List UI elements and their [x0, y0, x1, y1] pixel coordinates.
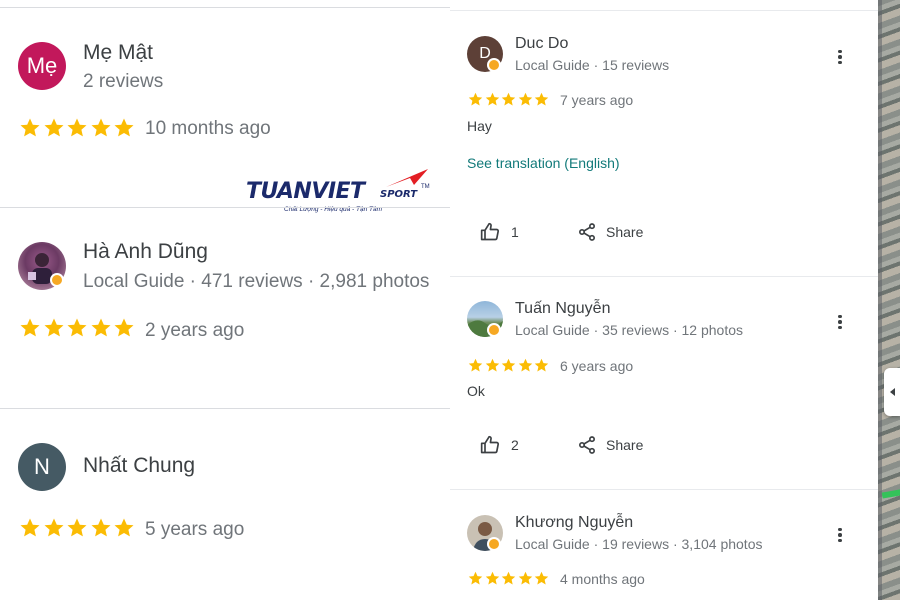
- more-vert-icon[interactable]: [832, 47, 848, 67]
- reviewer-name[interactable]: Tuấn Nguyễn: [515, 300, 610, 318]
- star-rating: [467, 357, 550, 374]
- reviewer-meta: 2 reviews: [83, 71, 164, 92]
- reviewer-name[interactable]: Khương Nguyễn: [515, 514, 633, 532]
- star-icon: [67, 318, 87, 337]
- star-icon: [91, 518, 110, 537]
- star-icon: [91, 318, 110, 337]
- star-icon: [44, 118, 63, 137]
- logo-sport: SPORT: [380, 189, 418, 200]
- reviewer-meta: Local Guide · 19 reviews · 3,104 photos: [515, 536, 763, 552]
- avatar-initials: Mẹ: [26, 53, 58, 78]
- share-label: Share: [606, 224, 644, 240]
- like-count: 1: [511, 224, 519, 240]
- star-icon: [114, 118, 134, 137]
- star-icon: [534, 92, 549, 106]
- star-icon: [44, 518, 63, 537]
- star-icon: [67, 118, 87, 137]
- star-rating: [467, 570, 550, 587]
- divider: [0, 7, 450, 8]
- panel-scrollbar[interactable]: [878, 0, 882, 600]
- star-rating: [18, 516, 136, 540]
- star-icon: [114, 518, 134, 537]
- star-icon: [20, 318, 40, 337]
- left-reviews-panel: Mẹ Mẹ Mật 2 reviews 10 months ago TUANVI…: [0, 0, 450, 600]
- avatar[interactable]: Mẹ: [18, 42, 66, 90]
- reviewer-name[interactable]: Hà Anh Dũng: [83, 240, 208, 264]
- star-icon: [91, 118, 110, 137]
- star-icon: [501, 358, 516, 372]
- like-button[interactable]: 1: [480, 222, 519, 242]
- map-route: [881, 487, 900, 499]
- share-button[interactable]: Share: [577, 435, 643, 455]
- local-guide-badge-icon: [487, 323, 501, 337]
- star-icon: [468, 92, 483, 106]
- star-icon: [44, 318, 63, 337]
- divider: [450, 489, 878, 490]
- star-rating: [18, 116, 136, 140]
- local-guide-badge-icon: [50, 273, 64, 287]
- divider: [0, 408, 450, 409]
- star-icon: [501, 92, 516, 106]
- star-icon: [518, 92, 532, 106]
- divider: [0, 207, 450, 208]
- reviewer-meta: Local Guide · 471 reviews · 2,981 photos: [83, 271, 430, 292]
- more-vert-icon[interactable]: [832, 312, 848, 332]
- star-icon: [485, 92, 499, 106]
- logo-wordmark: TUANVIET: [246, 179, 365, 204]
- reviewer-name[interactable]: Duc Do: [515, 35, 568, 53]
- reviewer-name[interactable]: Mẹ Mật: [83, 41, 153, 65]
- like-count: 2: [511, 437, 519, 453]
- reviewer-meta: Local Guide · 15 reviews: [515, 57, 670, 73]
- star-icon: [485, 358, 499, 372]
- star-icon: [114, 318, 134, 337]
- review-text: Hay: [467, 118, 492, 134]
- star-icon: [20, 518, 40, 537]
- star-icon: [518, 571, 532, 585]
- star-icon: [518, 358, 532, 372]
- divider: [450, 10, 878, 11]
- star-icon: [485, 571, 499, 585]
- review-text: Ok: [467, 383, 485, 399]
- share-icon: [579, 436, 595, 454]
- reviewer-meta: Local Guide · 35 reviews · 12 photos: [515, 322, 744, 338]
- avatar[interactable]: N: [18, 443, 66, 491]
- right-reviews-panel: D Duc Do Local Guide · 15 reviews 7 year…: [450, 0, 878, 600]
- star-icon: [501, 571, 516, 585]
- share-button[interactable]: Share: [577, 222, 643, 242]
- brand-logo: TUANVIET SPORT TM Chất Lượng - Hiệu quả …: [244, 167, 434, 217]
- star-icon: [534, 358, 549, 372]
- like-button[interactable]: 2: [480, 435, 519, 455]
- star-icon: [468, 358, 483, 372]
- avatar-initials: N: [34, 454, 50, 479]
- star-rating: [467, 91, 550, 108]
- thumbs-up-icon: [480, 222, 500, 241]
- review-time: 4 months ago: [560, 571, 645, 587]
- thumbs-up-icon: [480, 435, 500, 454]
- collapse-arrow-icon: [889, 388, 895, 396]
- local-guide-badge-icon: [487, 537, 501, 551]
- review-time: 10 months ago: [145, 118, 271, 139]
- more-vert-icon[interactable]: [832, 525, 848, 545]
- star-icon: [20, 118, 40, 137]
- local-guide-badge-icon: [487, 58, 501, 72]
- share-icon: [579, 223, 595, 241]
- review-time: 2 years ago: [145, 320, 245, 341]
- review-time: 7 years ago: [560, 92, 634, 108]
- review-time: 6 years ago: [560, 358, 634, 374]
- star-icon: [67, 518, 87, 537]
- star-icon: [468, 571, 483, 585]
- share-label: Share: [606, 437, 644, 453]
- collapse-panel-button[interactable]: [884, 368, 900, 416]
- logo-trademark: TM: [421, 184, 430, 190]
- map-view[interactable]: [878, 0, 900, 600]
- star-rating: [18, 316, 136, 340]
- review-time: 5 years ago: [145, 519, 245, 540]
- star-icon: [534, 571, 549, 585]
- divider: [450, 276, 878, 277]
- see-translation-link[interactable]: See translation (English): [467, 155, 620, 171]
- reviewer-name[interactable]: Nhất Chung: [83, 454, 195, 478]
